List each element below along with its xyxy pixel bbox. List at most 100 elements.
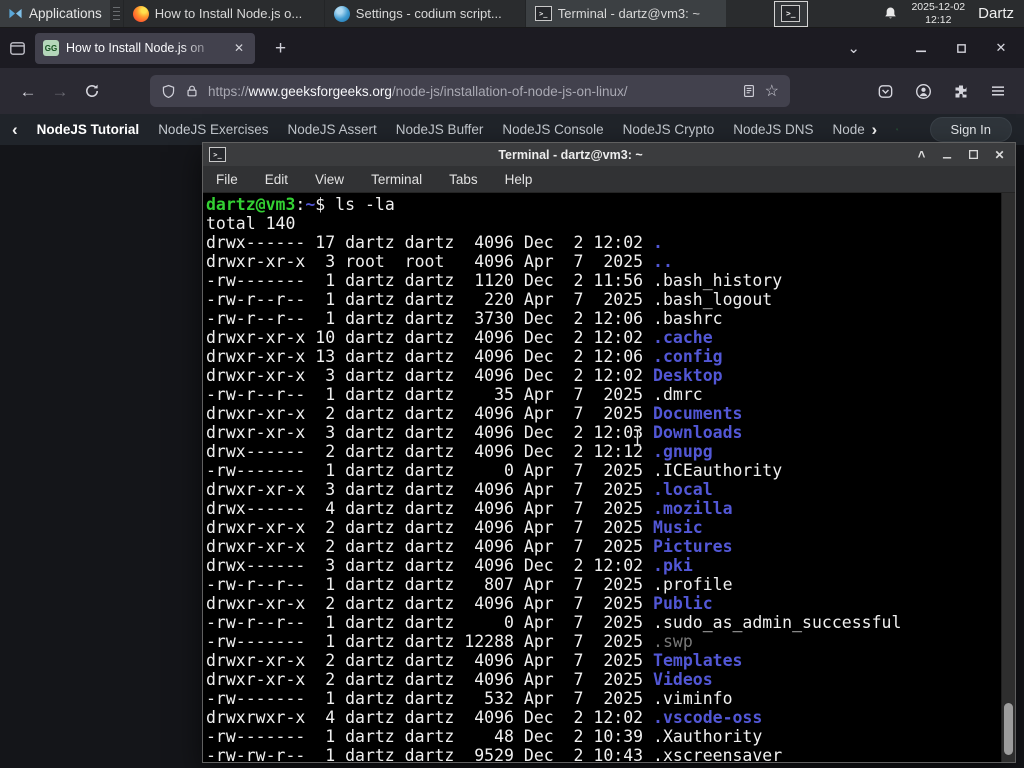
- nav-scroll-right-icon[interactable]: ›: [872, 121, 878, 138]
- sign-in-button[interactable]: Sign In: [929, 117, 1012, 142]
- scrollbar-thumb[interactable]: [1004, 703, 1013, 755]
- window-close-button[interactable]: ✕: [994, 40, 1008, 55]
- terminal-menubar: File Edit View Terminal Tabs Help: [203, 166, 1015, 193]
- nav-link[interactable]: NodeJS Assert: [287, 122, 376, 137]
- reader-mode-button[interactable]: [742, 84, 756, 98]
- terminal-close-button[interactable]: ✕: [993, 148, 1006, 162]
- terminal-maximize-button[interactable]: [967, 148, 980, 161]
- list-all-tabs-button[interactable]: ⌄: [837, 39, 870, 57]
- file-name: .ICEauthority: [653, 461, 783, 480]
- terminal-window-icon: >_: [209, 147, 226, 162]
- file-name: .viminfo: [653, 689, 733, 708]
- ls-row: drwxr-xr-x 3 dartz dartz 4096 Dec 2 12:0…: [206, 366, 723, 385]
- prompt-line: dartz@vm3:~$ ls -la: [206, 195, 395, 214]
- notification-bell-icon[interactable]: [883, 6, 898, 21]
- firefox-icon: [132, 5, 149, 22]
- menu-hamburger-button[interactable]: [990, 83, 1006, 99]
- file-name: Downloads: [653, 423, 743, 442]
- site-favicon: GG: [43, 40, 59, 56]
- browser-tab[interactable]: GG How to Install Node.js on ✕: [35, 32, 255, 64]
- task-button-codium[interactable]: Settings - codium script...: [323, 0, 525, 27]
- ls-row: drwxr-xr-x 2 dartz dartz 4096 Apr 7 2025…: [206, 651, 743, 670]
- reload-icon: [86, 84, 98, 97]
- clock-time: 12:12: [925, 13, 952, 26]
- file-name: Videos: [653, 670, 713, 689]
- ls-row: drwx------ 2 dartz dartz 4096 Dec 2 12:1…: [206, 442, 713, 461]
- terminal-launcher-button[interactable]: >_: [773, 0, 808, 27]
- ls-row: -rw-rw-r-- 1 dartz dartz 9529 Dec 2 10:4…: [206, 746, 1001, 762]
- ls-row: drwxr-xr-x 13 dartz dartz 4096 Dec 2 12:…: [206, 347, 723, 366]
- applications-menu-button[interactable]: Applications: [0, 0, 110, 27]
- menu-terminal[interactable]: Terminal: [371, 172, 422, 187]
- menu-file[interactable]: File: [216, 172, 238, 187]
- task-label: How to Install Node.js o...: [154, 6, 303, 21]
- ls-row: drwxr-xr-x 3 root root 4096 Apr 7 2025 .…: [206, 252, 673, 271]
- new-tab-button[interactable]: +: [267, 37, 294, 60]
- url-text: https://www.geeksforgeeks.org/node-js/in…: [208, 84, 733, 99]
- menu-view[interactable]: View: [315, 172, 344, 187]
- gfg-nav-bar: ‹ NodeJS Tutorial NodeJS Exercises NodeJS …: [0, 114, 1024, 145]
- back-button[interactable]: ←: [12, 83, 44, 100]
- window-minimize-button[interactable]: [914, 41, 928, 55]
- account-button[interactable]: [915, 83, 932, 100]
- file-name: ..: [653, 252, 673, 271]
- tabbar-right: ⌄ ✕: [837, 39, 1024, 57]
- top-panel: Applications How to Install Node.js o...…: [0, 0, 1024, 28]
- file-name: Public: [653, 594, 713, 613]
- ls-row: -rw------- 1 dartz dartz 0 Apr 7 2025 .I…: [206, 461, 783, 480]
- reload-button[interactable]: [76, 83, 108, 99]
- terminal-shade-button[interactable]: ˄: [915, 147, 928, 162]
- terminal-body[interactable]: dartz@vm3:~$ ls -la total 140 drwx------ 1…: [203, 193, 1015, 762]
- file-name: .config: [653, 347, 723, 366]
- nav-link[interactable]: NodeJS DNS: [733, 122, 813, 137]
- nav-scroll-left-icon[interactable]: ‹: [12, 121, 18, 138]
- lock-icon[interactable]: [185, 84, 199, 98]
- gfg-nav-links: NodeJS Tutorial NodeJS Exercises NodeJS As…: [37, 122, 867, 137]
- menu-tabs[interactable]: Tabs: [449, 172, 478, 187]
- url-bar[interactable]: https://www.geeksforgeeks.org/node-js/in…: [150, 75, 790, 107]
- search-icon[interactable]: [896, 121, 899, 138]
- browser-tab-bar: GG How to Install Node.js on ✕ + ⌄ ✕: [0, 28, 1024, 68]
- terminal-titlebar[interactable]: >_ Terminal - dartz@vm3: ~ ˄ ✕: [203, 143, 1015, 166]
- file-name: .pki: [653, 556, 693, 575]
- ls-row: -rw------- 1 dartz dartz 12288 Apr 7 202…: [206, 632, 693, 651]
- file-name: .local: [653, 480, 713, 499]
- tracking-shield-icon[interactable]: [161, 84, 176, 99]
- extensions-button[interactable]: [953, 83, 969, 99]
- nav-link[interactable]: NodeJS Console: [502, 122, 603, 137]
- file-name: .sudo_as_admin_successful: [653, 613, 902, 632]
- tasklist-handle: [112, 6, 120, 21]
- url-protocol: https://: [208, 83, 249, 99]
- terminal-minimize-button[interactable]: [941, 148, 954, 161]
- nav-link[interactable]: NodeJS Exercises: [158, 122, 268, 137]
- panel-clock[interactable]: 2025-12-02 12:12: [911, 1, 965, 26]
- pocket-button[interactable]: [877, 83, 894, 100]
- menu-help[interactable]: Help: [505, 172, 533, 187]
- nav-link[interactable]: NodeJS Buffer: [396, 122, 484, 137]
- firefox-view-button[interactable]: [9, 40, 26, 57]
- nav-link[interactable]: NodeJS Crypto: [623, 122, 715, 137]
- ls-row: drwxr-xr-x 2 dartz dartz 4096 Apr 7 2025…: [206, 594, 713, 613]
- file-name: .bash_history: [653, 271, 783, 290]
- panel-username: Dartz: [978, 5, 1014, 22]
- ls-row: drwxr-xr-x 2 dartz dartz 4096 Apr 7 2025…: [206, 518, 703, 537]
- forward-button[interactable]: →: [44, 83, 76, 100]
- ls-row: -rw-r--r-- 1 dartz dartz 220 Apr 7 2025 …: [206, 290, 773, 309]
- terminal-icon: >_: [781, 5, 801, 22]
- nav-link[interactable]: Node: [833, 122, 867, 137]
- menu-edit[interactable]: Edit: [265, 172, 288, 187]
- file-name: Music: [653, 518, 703, 537]
- ls-row: -rw------- 1 dartz dartz 532 Apr 7 2025 …: [206, 689, 733, 708]
- task-button-firefox[interactable]: How to Install Node.js o...: [122, 0, 324, 27]
- file-name: .xscreensaver: [653, 746, 783, 762]
- window-maximize-button[interactable]: [954, 41, 968, 55]
- tab-close-button[interactable]: ✕: [231, 40, 247, 56]
- file-name: .gnupg: [653, 442, 713, 461]
- ls-row: drwxr-xr-x 2 dartz dartz 4096 Apr 7 2025…: [206, 537, 733, 556]
- terminal-scrollbar[interactable]: [1001, 193, 1015, 762]
- ls-row: drwx------ 4 dartz dartz 4096 Apr 7 2025…: [206, 499, 733, 518]
- task-button-terminal[interactable]: >_ Terminal - dartz@vm3: ~: [524, 0, 726, 27]
- ls-row: -rw------- 1 dartz dartz 1120 Dec 2 11:5…: [206, 271, 783, 290]
- nav-link[interactable]: NodeJS Tutorial: [37, 122, 140, 137]
- bookmark-star-button[interactable]: ☆: [765, 81, 779, 101]
